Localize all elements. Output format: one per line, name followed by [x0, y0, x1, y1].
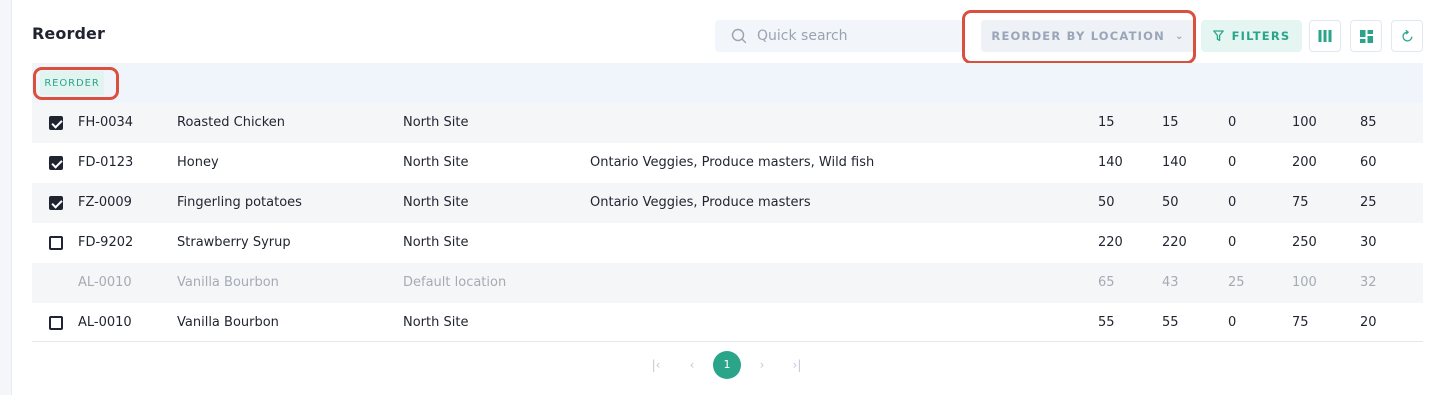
row-checkbox[interactable] [49, 156, 63, 170]
cell-value: 200 [1292, 155, 1317, 170]
last-page-icon[interactable]: ›| [787, 350, 807, 380]
cell-value: 55 [1162, 315, 1179, 330]
cell-item-name: Vanilla Bourbon [177, 275, 279, 290]
cell-suppliers: Ontario Veggies, Produce masters [590, 195, 811, 210]
chevron-down-icon: ⌄ [1174, 30, 1185, 42]
cell-value: 220 [1162, 235, 1187, 250]
page-title: Reorder [32, 24, 105, 43]
cell-value: 50 [1098, 195, 1115, 210]
cell-item-name: Strawberry Syrup [177, 235, 291, 250]
cell-value: 0 [1228, 195, 1237, 210]
quick-search[interactable] [715, 20, 963, 52]
cell-value: 75 [1292, 195, 1309, 210]
table-row: AL-0010 Vanilla Bourbon Default location 65… [32, 263, 1423, 303]
cell-value: 15 [1098, 115, 1115, 130]
reorder-by-location-label: REORDER BY LOCATION [991, 29, 1165, 43]
cell-value: 50 [1162, 195, 1179, 210]
row-checkbox[interactable] [49, 196, 63, 210]
cell-value: 25 [1228, 275, 1245, 290]
cell-suppliers: Ontario Veggies, Produce masters, Wild f… [590, 155, 875, 170]
next-page-icon[interactable]: › [752, 350, 772, 380]
page-header: Reorder REORDER BY LOCATION ⌄ FILTERS [32, 20, 1424, 52]
dashboard-icon [1359, 29, 1373, 43]
cell-code: AL-0010 [78, 275, 132, 290]
first-page-icon[interactable]: |‹ [646, 350, 666, 380]
cell-code: FD-0123 [78, 155, 134, 170]
cell-item-name: Honey [177, 155, 219, 170]
cell-item-name: Vanilla Bourbon [177, 315, 279, 330]
cell-value: 250 [1292, 235, 1317, 250]
cell-value: 75 [1292, 315, 1309, 330]
row-checkbox[interactable] [49, 316, 63, 330]
filter-icon [1212, 30, 1224, 42]
cell-code: AL-0010 [78, 315, 132, 330]
cell-value: 0 [1228, 235, 1237, 250]
filters-button[interactable]: FILTERS [1201, 20, 1302, 52]
table-row[interactable]: FH-0034 Roasted Chicken North Site 15 15 0 100… [32, 103, 1423, 143]
refresh-button[interactable] [1391, 20, 1423, 52]
cell-value: 60 [1360, 155, 1377, 170]
cell-value: 220 [1098, 235, 1123, 250]
selection-bar: REORDER [32, 63, 1423, 103]
cell-value: 32 [1360, 275, 1377, 290]
cell-value: 20 [1360, 315, 1377, 330]
table-row[interactable]: FD-0123 Honey North Site Ontario Veggies, P… [32, 143, 1423, 183]
cell-value: 0 [1228, 115, 1237, 130]
cell-location: North Site [403, 315, 469, 330]
table-divider [32, 341, 1423, 342]
cell-value: 30 [1360, 235, 1377, 250]
pagination: |‹ ‹ 1 › ›| [640, 350, 820, 380]
cell-value: 140 [1162, 155, 1187, 170]
cell-location: Default location [403, 275, 507, 290]
table-row[interactable]: FZ-0009 Fingerling potatoes North Site Onta… [32, 183, 1423, 223]
cell-code: FZ-0009 [78, 195, 132, 210]
cell-value: 0 [1228, 315, 1237, 330]
cell-value: 100 [1292, 115, 1317, 130]
cell-value: 15 [1162, 115, 1179, 130]
previous-page-icon[interactable]: ‹ [682, 350, 702, 380]
cell-location: North Site [403, 235, 469, 250]
row-checkbox[interactable] [49, 236, 63, 250]
table-row[interactable]: FD-9202 Strawberry Syrup North Site 220 220 0… [32, 223, 1423, 263]
cell-code: FH-0034 [78, 115, 134, 130]
cell-value: 43 [1162, 275, 1179, 290]
reorder-table: FH-0034 Roasted Chicken North Site 15 15 0 100… [32, 103, 1423, 343]
cell-location: North Site [403, 195, 469, 210]
left-rail [0, 0, 12, 395]
columns-button[interactable] [1309, 20, 1341, 52]
cell-value: 25 [1360, 195, 1377, 210]
page-number-current[interactable]: 1 [713, 351, 741, 379]
refresh-icon [1401, 29, 1412, 42]
row-checkbox[interactable] [49, 116, 63, 130]
search-icon [731, 28, 747, 44]
table-row[interactable]: AL-0010 Vanilla Bourbon North Site 55 55 0 75 2… [32, 303, 1423, 343]
cell-value: 55 [1098, 315, 1115, 330]
quick-search-input[interactable] [757, 28, 937, 44]
filters-label: FILTERS [1231, 29, 1291, 43]
layout-button[interactable] [1350, 20, 1382, 52]
cell-value: 65 [1098, 275, 1115, 290]
columns-icon [1318, 30, 1332, 42]
cell-item-name: Fingerling potatoes [177, 195, 302, 210]
cell-value: 100 [1292, 275, 1317, 290]
cell-value: 140 [1098, 155, 1123, 170]
cell-location: North Site [403, 155, 469, 170]
cell-value: 0 [1228, 155, 1237, 170]
cell-value: 85 [1360, 115, 1377, 130]
reorder-button[interactable]: REORDER [40, 71, 104, 95]
cell-location: North Site [403, 115, 469, 130]
cell-item-name: Roasted Chicken [177, 115, 285, 130]
reorder-by-location-dropdown[interactable]: REORDER BY LOCATION ⌄ [981, 20, 1195, 52]
cell-code: FD-9202 [78, 235, 134, 250]
